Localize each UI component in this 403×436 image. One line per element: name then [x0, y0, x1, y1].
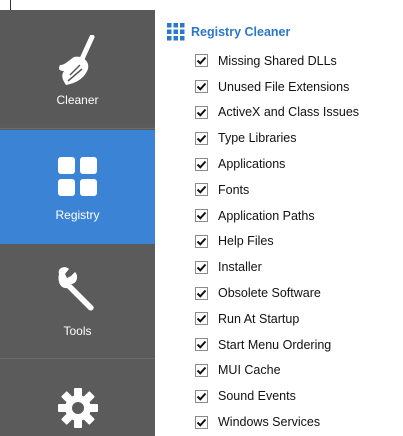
- registry-options-list: Missing Shared DLLs Unused File Extension…: [195, 48, 359, 435]
- registry-option-item[interactable]: Run At Startup: [195, 306, 359, 332]
- registry-option-label: Missing Shared DLLs: [218, 53, 337, 68]
- registry-option-label: Run At Startup: [218, 311, 300, 326]
- window-edge: [0, 0, 11, 10]
- sidebar-item-tools[interactable]: Tools: [0, 244, 155, 358]
- registry-option-item[interactable]: Missing Shared DLLs: [195, 48, 359, 74]
- registry-option-label: Windows Services: [218, 415, 321, 430]
- registry-cleaner-panel: Registry Cleaner Missing Shared DLLs Unus…: [167, 22, 403, 436]
- registry-option-label: Applications: [218, 157, 286, 172]
- checkbox[interactable]: [195, 183, 208, 197]
- sidebar-item-registry[interactable]: Registry: [0, 130, 155, 244]
- registry-option-label: Application Paths: [218, 208, 315, 223]
- checkbox[interactable]: [195, 286, 208, 300]
- registry-option-item[interactable]: ActiveX and Class Issues: [195, 100, 359, 126]
- wrench-icon: [57, 267, 94, 311]
- section-header: Registry Cleaner: [167, 22, 290, 42]
- checkbox[interactable]: [195, 338, 208, 352]
- checkbox[interactable]: [195, 157, 208, 171]
- broom-icon: [58, 35, 94, 85]
- registry-option-item[interactable]: Fonts: [195, 177, 359, 203]
- registry-option-item[interactable]: Type Libraries: [195, 125, 359, 151]
- grid-icon: [167, 23, 185, 41]
- registry-option-item[interactable]: Installer: [195, 254, 359, 280]
- registry-option-label: Sound Events: [218, 389, 296, 404]
- registry-option-label: ActiveX and Class Issues: [218, 105, 360, 120]
- checkbox[interactable]: [195, 363, 208, 377]
- registry-option-label: Type Libraries: [218, 131, 297, 146]
- checkbox[interactable]: [195, 54, 208, 68]
- section-title: Registry Cleaner: [191, 25, 291, 39]
- checkbox[interactable]: [195, 105, 208, 119]
- registry-option-item[interactable]: MUI Cache: [195, 358, 359, 384]
- checkbox[interactable]: [195, 389, 208, 403]
- sidebar-item-label: Tools: [63, 324, 92, 338]
- sidebar-item-options[interactable]: [0, 360, 155, 436]
- registry-option-item[interactable]: Unused File Extensions: [195, 74, 359, 100]
- sidebar-item-label: Cleaner: [56, 93, 99, 107]
- registry-option-item[interactable]: Help Files: [195, 229, 359, 255]
- registry-option-label: Start Menu Ordering: [218, 337, 332, 352]
- registry-option-label: MUI Cache: [218, 363, 281, 378]
- checkbox[interactable]: [195, 209, 208, 223]
- gear-icon: [57, 388, 98, 428]
- registry-option-label: Help Files: [218, 234, 274, 249]
- registry-option-item[interactable]: Start Menu Ordering: [195, 332, 359, 358]
- sidebar-divider: [0, 128, 155, 129]
- checkbox[interactable]: [195, 415, 208, 429]
- registry-option-item[interactable]: Windows Services: [195, 409, 359, 435]
- registry-option-item[interactable]: Application Paths: [195, 203, 359, 229]
- checkbox[interactable]: [195, 260, 208, 274]
- registry-option-item[interactable]: Obsolete Software: [195, 280, 359, 306]
- registry-option-item[interactable]: Applications: [195, 151, 359, 177]
- grid-icon: [57, 157, 97, 196]
- checkbox[interactable]: [195, 312, 208, 326]
- registry-option-label: Fonts: [218, 182, 250, 197]
- sidebar-divider: [0, 358, 155, 359]
- sidebar-item-label: Registry: [55, 208, 100, 222]
- checkbox[interactable]: [195, 234, 208, 248]
- registry-option-item[interactable]: Sound Events: [195, 383, 359, 409]
- registry-option-label: Installer: [218, 260, 262, 275]
- registry-option-label: Unused File Extensions: [218, 79, 350, 94]
- checkbox[interactable]: [195, 80, 208, 94]
- sidebar-item-cleaner[interactable]: Cleaner: [0, 10, 155, 124]
- registry-option-label: Obsolete Software: [218, 286, 321, 301]
- checkbox[interactable]: [195, 131, 208, 145]
